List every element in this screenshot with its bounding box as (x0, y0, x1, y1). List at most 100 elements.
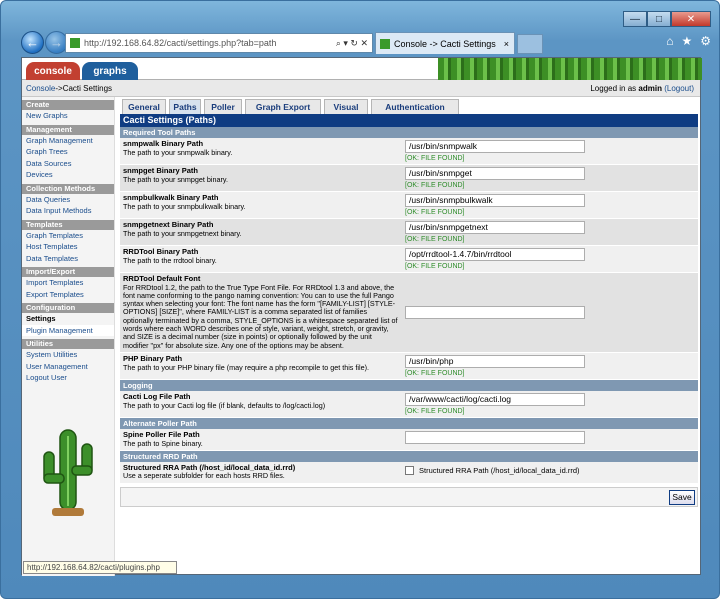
structured-rra-checkbox[interactable]: Structured RRA Path (/host_id/local_data… (405, 465, 695, 475)
sidebar-item-user-management[interactable]: User Management (22, 361, 114, 373)
settings-title: Cacti Settings (Paths) (120, 114, 698, 127)
logout-link[interactable]: (Logout) (664, 84, 694, 93)
sidebar-item-devices[interactable]: Devices (22, 169, 114, 181)
file-status: [OK: FILE FOUND] (405, 263, 465, 270)
sidebar-item-host-templates[interactable]: Host Templates (22, 241, 114, 253)
login-label: Logged in as (590, 83, 639, 93)
sidebar-item-export-templates[interactable]: Export Templates (22, 289, 114, 301)
cacti-top-bar: console graphs (22, 58, 702, 80)
setting-desc: The path to your Cacti log file (if blan… (123, 400, 326, 410)
sidebar-item-graph-trees[interactable]: Graph Trees (22, 146, 114, 158)
snmpwalk-path-input[interactable]: /usr/bin/snmpwalk (405, 140, 585, 153)
status-url: http://192.168.64.82/cacti/plugins.php (23, 561, 177, 574)
spine-path-input[interactable] (405, 430, 585, 444)
setting-row-log: Cacti Log File Path The path to your Cact… (120, 390, 698, 418)
setting-row-rra: Structured RRA Path (/host_id/local_data… (120, 461, 698, 484)
sidebar-item-plugin-management[interactable]: Plugin Management (22, 324, 114, 336)
setting-title: snmpbulkwalk Binary Path (123, 193, 219, 202)
setting-row-snmpgetnext: snmpgetnext Binary Path The path to your … (120, 219, 698, 246)
file-status: [OK: FILE FOUND] (405, 236, 465, 243)
setting-row-rrdtool: RRDTool Binary Path The path to the rrdto… (120, 246, 698, 273)
tab-general[interactable]: General (122, 99, 166, 114)
tab-authentication[interactable]: Authentication (371, 99, 459, 114)
sidebar-item-system-utilities[interactable]: System Utilities (22, 349, 114, 361)
tab-console[interactable]: console (26, 62, 80, 80)
section-required-tool-paths: Required Tool Paths (120, 127, 698, 138)
setting-desc: The path to your snmpget binary. (123, 174, 228, 184)
setting-row-spine: Spine Poller File Path The path to Spine … (120, 428, 698, 451)
file-status: [OK: FILE FOUND] (405, 369, 465, 377)
breadcrumb: Console -> Cacti Settings Logged in as a… (22, 80, 700, 97)
section-logging: Logging (120, 379, 698, 391)
browser-tools: ⌂ ★ ⚙ (666, 34, 711, 48)
sidebar-item-data-templates[interactable]: Data Templates (22, 253, 114, 265)
sidebar-header-management: Management (22, 124, 114, 135)
setting-desc: The path to your snmpwalk binary. (123, 147, 233, 157)
sidebar-item-graph-management[interactable]: Graph Management (22, 135, 114, 147)
close-tab-icon[interactable]: × (504, 39, 514, 49)
settings-tabs: General Paths Poller Graph Export Visual… (120, 97, 698, 114)
setting-row-snmpwalk: snmpwalk Binary Path The path to your snm… (120, 138, 698, 165)
php-path-input[interactable]: /usr/bin/php (405, 354, 585, 368)
rrdtool-path-input[interactable]: /opt/rrdtool-1.4.7/bin/rrdtool (405, 248, 585, 261)
sidebar-item-data-queries[interactable]: Data Queries (22, 194, 114, 206)
tab-graph-export[interactable]: Graph Export (245, 99, 321, 114)
file-status: [OK: FILE FOUND] (405, 407, 465, 415)
browser-tab[interactable]: Console -> Cacti Settings × (375, 32, 515, 54)
sidebar-item-logout-user[interactable]: Logout User (22, 372, 114, 384)
setting-row-snmpbulkwalk: snmpbulkwalk Binary Path The path to your… (120, 192, 698, 219)
snmpget-path-input[interactable]: /usr/bin/snmpget (405, 167, 585, 180)
login-user: admin (638, 83, 662, 93)
sidebar-item-settings[interactable]: Settings (22, 313, 114, 325)
tab-paths[interactable]: Paths (169, 99, 201, 114)
setting-row-php: PHP Binary Path The path to your PHP bina… (120, 352, 698, 380)
snmpbulkwalk-path-input[interactable]: /usr/bin/snmpbulkwalk (405, 194, 585, 207)
address-bar[interactable]: http://192.168.64.82/cacti/settings.php?… (65, 33, 373, 53)
checkbox-label: Structured RRA Path (/host_id/local_data… (419, 465, 580, 475)
save-button[interactable]: Save (669, 489, 695, 505)
maximize-button[interactable]: □ (647, 11, 671, 27)
sidebar-item-data-sources[interactable]: Data Sources (22, 158, 114, 170)
tab-visual[interactable]: Visual (324, 99, 368, 114)
sidebar-item-new-graphs[interactable]: New Graphs (22, 110, 114, 122)
save-bar: Save (120, 486, 698, 507)
rrdtool-font-input[interactable] (405, 305, 585, 319)
setting-desc: The path to the rrdtool binary. (123, 255, 217, 265)
section-structured-rrd: Structured RRD Path (120, 450, 698, 462)
tab-graphs[interactable]: graphs (82, 62, 138, 80)
sidebar-header-collection-methods: Collection Methods (22, 183, 114, 194)
setting-title: snmpget Binary Path (123, 166, 199, 175)
setting-title: snmpgetnext Binary Path (123, 220, 214, 229)
setting-title: RRDTool Default Font (123, 274, 201, 283)
sidebar-item-data-input-methods[interactable]: Data Input Methods (22, 205, 114, 217)
sidebar-header-templates: Templates (22, 219, 114, 230)
back-button[interactable]: ← (21, 31, 44, 54)
file-status: [OK: FILE FOUND] (405, 209, 465, 216)
setting-row-rrdtool-font: RRDTool Default Font For RRDtool 1.2, the… (120, 273, 698, 353)
new-tab-button[interactable] (517, 34, 543, 54)
sidebar-item-graph-templates[interactable]: Graph Templates (22, 230, 114, 242)
browser-window: — □ ✕ ← → http://192.168.64.82/cacti/set… (0, 0, 720, 599)
log-path-input[interactable]: /var/www/cacti/log/cacti.log (405, 392, 585, 406)
breadcrumb-console-link[interactable]: Console (26, 84, 55, 93)
setting-desc: Use a seperate subfolder for each hosts … (123, 471, 285, 481)
setting-title: snmpwalk Binary Path (123, 139, 204, 148)
setting-desc: The path to Spine binary. (123, 438, 203, 448)
setting-title: Spine Poller File Path (123, 429, 200, 439)
checkbox-box[interactable] (405, 465, 414, 475)
home-icon[interactable]: ⌂ (666, 34, 673, 48)
address-text: http://192.168.64.82/cacti/settings.php?… (84, 38, 277, 48)
snmpgetnext-path-input[interactable]: /usr/bin/snmpgetnext (405, 221, 585, 234)
tab-poller[interactable]: Poller (204, 99, 242, 114)
gear-icon[interactable]: ⚙ (700, 34, 711, 48)
address-actions[interactable]: ⌕ ▾ ↻ ✕ (336, 38, 372, 49)
favorites-star-icon[interactable]: ★ (681, 34, 692, 48)
section-alternate-poller: Alternate Poller Path (120, 417, 698, 429)
sidebar-item-import-templates[interactable]: Import Templates (22, 277, 114, 289)
sidebar-header-import-export: Import/Export (22, 267, 114, 277)
minimize-button[interactable]: — (623, 11, 647, 27)
setting-row-snmpget: snmpget Binary Path The path to your snmp… (120, 165, 698, 192)
close-button[interactable]: ✕ (671, 11, 711, 27)
cactus-logo-icon (43, 429, 93, 516)
browser-tab-title: Console -> Cacti Settings (394, 38, 496, 49)
